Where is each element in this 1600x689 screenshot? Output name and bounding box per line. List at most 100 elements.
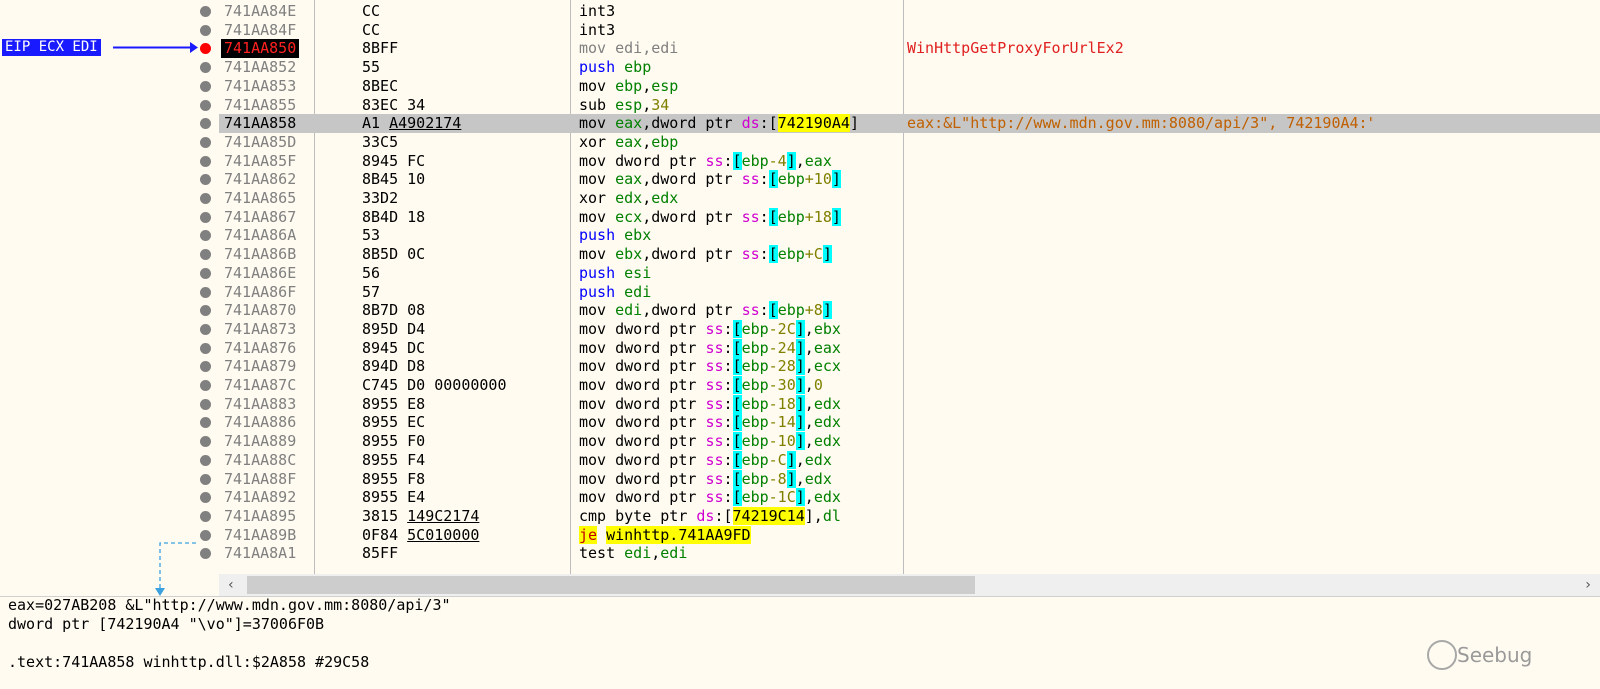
scrollbar-thumb[interactable] [247,576,975,594]
row-instruction: mov eax,dword ptr ss:[ebp+10] [579,170,841,189]
disassembly-row[interactable]: 741AA852 55 push ebp [219,58,1600,77]
disassembly-row[interactable]: 741AA850 8BFF mov edi,edi WinHttpGetProxyFo… [219,39,1600,59]
disassembly-row[interactable]: 741AA870 8B7D 08 mov edi,dword ptr ss:[ebp… [219,301,1600,320]
row-instruction: xor eax,ebp [579,132,679,151]
gutter-dot[interactable] [200,380,211,391]
row-bytes: 85FF [362,544,399,563]
gutter-dot[interactable] [200,286,211,298]
gutter-dot[interactable] [200,6,211,17]
row-address: 741AA889 [224,432,297,451]
info-line-location: .text:741AA858 winhttp.dll:$2A858 #29C58 [8,653,370,671]
disassembly-row[interactable]: 741AA853 8BEC mov ebp,esp [219,77,1600,96]
gutter-dot[interactable] [200,398,211,410]
gutter-dot[interactable] [200,99,211,111]
row-bytes: 8955 F0 [362,432,426,451]
row-address: 741AA87C [224,376,297,394]
gutter-dot[interactable] [200,80,211,92]
gutter-dot[interactable] [200,323,211,335]
row-instruction: test edi,edi [579,544,688,563]
row-instruction: xor edx,edx [579,189,679,207]
gutter-dot[interactable] [200,267,211,279]
disassembly-row[interactable]: 741AA873 895D D4 mov dword ptr ss:[ebp-2C]… [219,319,1600,339]
row-address: 741AA853 [224,76,297,95]
row-bytes: 3815 149C2174 [362,506,480,525]
disassembly-row[interactable]: 741AA86B 8B5D 0C mov ebx,dword ptr ss:[ebp… [219,245,1600,264]
gutter-dot[interactable] [200,24,211,36]
gutter-dot[interactable] [200,155,211,167]
disassembly-row[interactable]: 741AA876 8945 DC mov dword ptr ss:[ebp-24]… [219,338,1600,358]
gutter-dot[interactable] [200,342,211,354]
row-address: 741AA852 [224,58,297,77]
row-instruction: push ebx [579,226,652,245]
row-comment: WinHttpGetProxyForUrlEx2 [907,39,1124,58]
disassembly-row[interactable]: 741AA855 83EC 34 sub esp,34 [219,96,1600,115]
gutter-dot[interactable] [200,473,211,485]
row-address: 741AA862 [224,170,297,189]
row-instruction: mov dword ptr ss:[ebp-18],edx [579,394,841,413]
row-address: 741AA85F [224,151,297,170]
disassembly-row[interactable]: 741AA85F 8945 FC mov dword ptr ss:[ebp-4],… [219,151,1600,171]
row-bytes: 894D D8 [362,357,426,376]
gutter-dot[interactable] [200,529,211,541]
row-address: 741AA879 [224,357,297,376]
row-address: 741AA89B [224,525,297,544]
disassembly-row[interactable]: 741AA8A1 85FF test edi,edi [219,544,1600,563]
row-bytes: 8955 F8 [362,469,426,488]
horizontal-scrollbar[interactable]: ‹ › [219,574,1600,596]
row-bytes: 8B45 10 [362,170,426,189]
row-bytes: CC [362,2,381,20]
disassembly-row[interactable]: 741AA88C 8955 F4 mov dword ptr ss:[ebp-C],… [219,450,1600,470]
disassembly-row[interactable]: 741AA862 8B45 10 mov eax,dword ptr ss:[ebp… [219,170,1600,189]
disassembly-row[interactable]: 741AA86E 56 push esi [219,264,1600,283]
row-bytes: A1 A4902174 [362,114,462,133]
disassembly-row[interactable]: 741AA892 8955 E4 mov dword ptr ss:[ebp-1C]… [219,488,1600,507]
disassembly-row[interactable]: 741AA86A 53 push ebx [219,226,1600,245]
disassembly-row[interactable]: 741AA867 8B4D 18 mov ecx,dword ptr ss:[ebp… [219,207,1600,227]
disassembly-row[interactable]: 741AA85D 33C5 xor eax,ebp [219,133,1600,152]
row-instruction: mov edi,dword ptr ss:[ebp+8] [579,301,832,320]
chevron-left-icon[interactable]: ‹ [221,575,241,595]
disassembly-row[interactable]: 741AA87C C745 D0 00000000 mov dword ptr ss… [219,376,1600,395]
gutter-dot[interactable] [200,454,211,466]
row-address: 741AA88C [224,450,297,469]
gutter-dot[interactable] [200,510,211,522]
row-instruction: mov ecx,dword ptr ss:[ebp+18] [579,207,841,226]
row-address: 741AA850 [221,39,300,59]
row-address: 741AA870 [224,301,297,320]
disassembly-row[interactable]: 741AA86F 57 push edi [219,283,1600,302]
gutter-dot[interactable] [200,136,211,148]
disassembly-row[interactable]: 741AA895 3815 149C2174 cmp byte ptr ds:[74… [219,506,1600,526]
chevron-right-icon[interactable]: › [1578,575,1598,595]
disassembly-row[interactable]: 741AA886 8955 EC mov dword ptr ss:[ebp-14]… [219,413,1600,432]
row-bytes: 56 [362,263,381,282]
watermark-text: Seebug [1457,643,1533,667]
row-instruction: push edi [579,282,652,301]
row-address: 741AA85D [224,132,297,151]
row-instruction: mov dword ptr ss:[ebp-10],edx [579,432,841,451]
row-bytes: 8BEC [362,76,399,95]
disassembly-row[interactable]: 741AA84F CC int3 [219,21,1600,40]
jump-arrow-line [159,542,196,590]
disassembly-row[interactable]: 741AA84E CC int3 [219,2,1600,21]
disassembly-row[interactable]: 741AA889 8955 F0 mov dword ptr ss:[ebp-10]… [219,432,1600,451]
row-instruction: mov eax,dword ptr ds:[742190A4] [579,114,859,133]
row-instruction: mov dword ptr ss:[ebp-28],ecx [579,357,841,376]
gutter-dot[interactable] [200,193,211,204]
row-bytes: 8BFF [362,39,399,58]
disassembly-row[interactable]: 741AA879 894D D8 mov dword ptr ss:[ebp-28]… [219,357,1600,376]
row-instruction: mov dword ptr ss:[ebp-2C],ebx [579,319,841,338]
row-instruction: sub esp,34 [579,95,670,114]
disassembly-row[interactable]: 741AA89B 0F84 5C010000 je winhttp.741AA9FD [219,525,1600,545]
disassembly-row[interactable]: 741AA88F 8955 F8 mov dword ptr ss:[ebp-8],… [219,469,1600,489]
row-address: 741AA8A1 [224,544,297,563]
disassembly-view[interactable]: 741AA84E CC int3 741AA84F CC int3 741AA850 8BFF… [219,0,1600,574]
row-bytes: 8B7D 08 [362,301,426,320]
disassembly-row[interactable]: 741AA858 A1 A4902174 mov eax,dword ptr ds:… [219,114,1600,134]
row-bytes: 8B5D 0C [362,245,426,264]
gutter-dot[interactable] [200,211,211,223]
row-bytes: 8B4D 18 [362,207,426,226]
row-address: 741AA84F [224,20,297,39]
disassembly-row[interactable]: 741AA883 8955 E8 mov dword ptr ss:[ebp-18]… [219,394,1600,414]
disassembly-row[interactable]: 741AA865 33D2 xor edx,edx [219,189,1600,208]
row-bytes: 8945 DC [362,338,426,357]
